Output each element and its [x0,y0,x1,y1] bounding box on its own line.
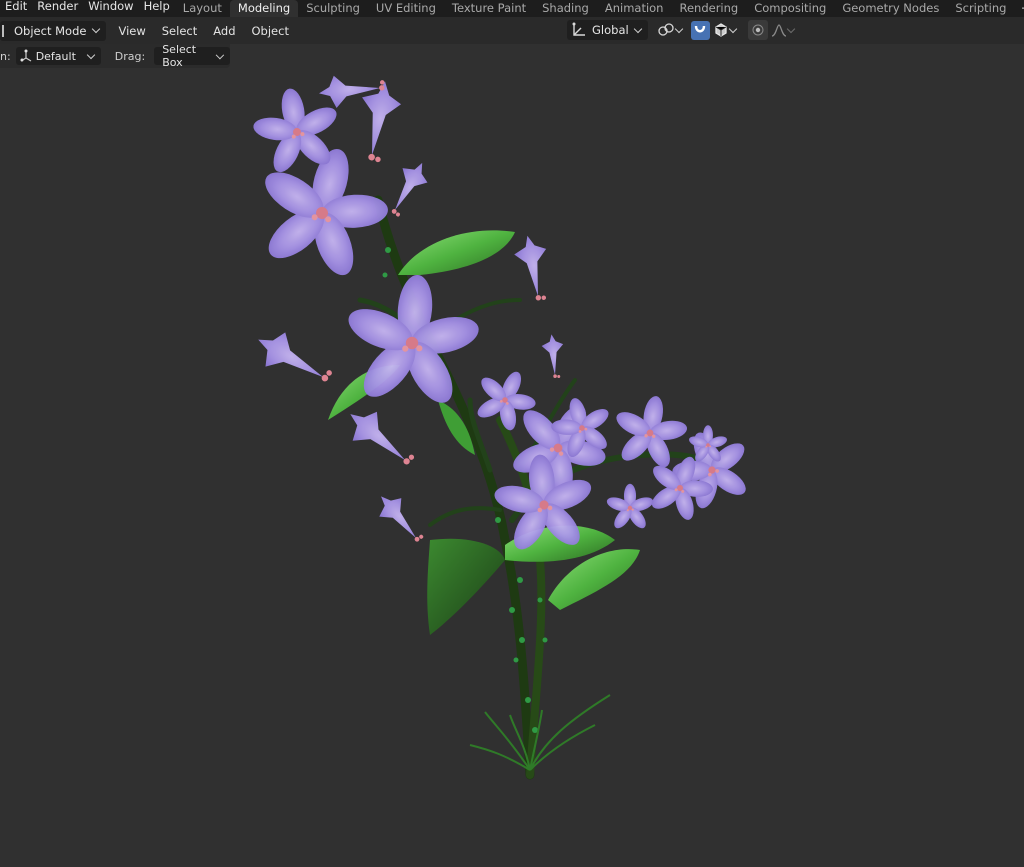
workspace-tabs: Layout Modeling Sculpting UV Editing Tex… [175,0,1024,17]
tab-compositing[interactable]: Compositing [746,0,834,17]
drag-label: Drag: [114,49,146,63]
top-bar: Edit Render Window Help Layout Modeling … [0,0,1024,17]
menu-view[interactable]: View [110,21,153,41]
tab-animation[interactable]: Animation [597,0,672,17]
transform-orientation-dropdown[interactable]: Global [567,20,648,40]
tab-layout[interactable]: Layout [175,0,230,17]
falloff-curve-icon [771,24,786,37]
tab-uv-editing[interactable]: UV Editing [368,0,444,17]
orientation-label: Global [592,23,629,37]
mode-label: Object Mode [14,23,87,38]
drag-value: Select Box [162,43,197,69]
magnet-icon [694,25,706,33]
drag-dropdown[interactable]: Select Box [154,43,230,69]
falloff-dropdown[interactable] [768,20,800,40]
mode-selector[interactable]: Object Mode [0,20,107,41]
chevron-down-icon [786,24,795,33]
proportional-edit-icon [752,24,764,36]
flower-model [240,71,764,780]
chevron-down-icon [86,50,96,59]
menu-help[interactable]: Help [139,0,175,13]
tab-scripting[interactable]: Scripting [947,0,1014,17]
tab-modeling[interactable]: Modeling [229,0,299,17]
tab-texture-paint[interactable]: Texture Paint [444,0,534,17]
orientation-value: Default [35,49,76,63]
chevron-down-icon [92,24,101,34]
snap-target-dropdown[interactable] [710,20,742,40]
chevron-down-icon [633,24,642,33]
tab-sculpting[interactable]: Sculpting [298,0,368,17]
menu-window[interactable]: Window [83,0,138,13]
main-menu: Edit Render Window Help [0,0,175,13]
viewport-header: Object Mode View Select Add Object Globa… [0,17,1024,44]
orientation-dropdown[interactable]: Default [15,47,101,65]
tab-shading[interactable]: Shading [534,0,597,17]
link-icon [658,23,674,36]
tool-settings-bar: n: Default Drag: Select Box [0,43,230,69]
orientation-prefix-label: n: [0,49,11,63]
3d-viewport[interactable] [0,44,1024,867]
transform-controls: Global [567,20,800,40]
tab-rendering[interactable]: Rendering [671,0,746,17]
tab-geometry-nodes[interactable]: Geometry Nodes [834,0,947,17]
menu-render[interactable]: Render [32,0,83,13]
chevron-down-icon [674,24,683,33]
chevron-down-icon [728,24,737,33]
orientation-gizmo-icon [20,49,31,62]
cube-snap-icon [715,23,727,37]
add-workspace-plus-icon[interactable]: + [1014,0,1024,17]
proportional-edit-toggle[interactable] [747,20,768,40]
orientation-axes-icon [572,22,585,36]
menu-select[interactable]: Select [154,21,205,41]
pivot-point-dropdown[interactable] [654,20,688,40]
menu-edit[interactable]: Edit [0,0,32,13]
menu-object[interactable]: Object [244,21,297,41]
snap-toggle[interactable] [690,20,710,40]
menu-add[interactable]: Add [205,21,243,41]
chevron-down-icon [216,50,225,59]
